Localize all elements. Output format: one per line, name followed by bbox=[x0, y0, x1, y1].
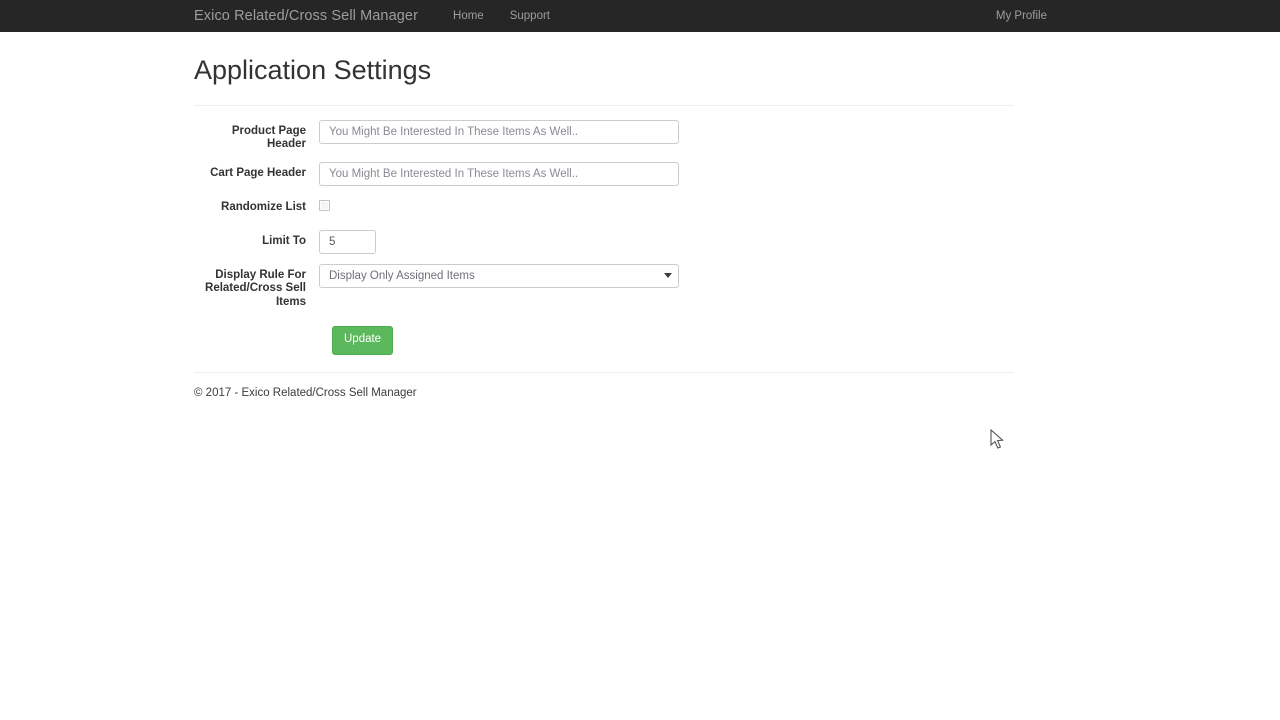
display-rule-select[interactable]: Display Only Assigned Items bbox=[319, 263, 679, 288]
randomize-list-checkbox[interactable] bbox=[319, 199, 330, 211]
label-display-rule-line2: Related/Cross Sell Items bbox=[205, 282, 306, 308]
control-limit-to bbox=[319, 229, 1014, 254]
label-display-rule: Display Rule For Related/Cross Sell Item… bbox=[194, 264, 319, 310]
label-cart-page-header: Cart Page Header bbox=[210, 166, 306, 179]
form-row-limit-to: Limit To bbox=[194, 229, 1014, 254]
page-title: Application Settings bbox=[194, 55, 432, 85]
control-product-page-header bbox=[319, 119, 1014, 144]
footer-copyright: © 2017 - Exico Related/Cross Sell Manage… bbox=[194, 386, 417, 399]
top-navbar: Exico Related/Cross Sell Manager Home Su… bbox=[0, 0, 1280, 32]
label-display-rule-line1: Display Rule For bbox=[215, 268, 306, 281]
form-row-cart-page-header: Cart Page Header bbox=[194, 161, 1014, 186]
actions-spacer bbox=[194, 326, 332, 355]
mouse-cursor bbox=[990, 428, 1006, 451]
nav-link-home[interactable]: Home bbox=[440, 10, 497, 22]
update-button[interactable]: Update bbox=[332, 326, 394, 355]
display-rule-selected-value: Display Only Assigned Items bbox=[319, 263, 679, 288]
product-page-header-input[interactable] bbox=[319, 119, 679, 144]
application-settings-form: Product Page Header Cart Page Header Ran… bbox=[194, 106, 1014, 355]
nav-link-support[interactable]: Support bbox=[497, 10, 563, 22]
label-limit-to: Limit To bbox=[262, 234, 306, 247]
cart-page-header-input[interactable] bbox=[319, 161, 679, 186]
page-container: Application Settings Product Page Header… bbox=[194, 32, 1014, 399]
limit-to-input[interactable] bbox=[319, 229, 376, 254]
control-randomize-list bbox=[319, 196, 1014, 216]
form-actions: Update bbox=[194, 326, 1014, 355]
control-cart-page-header bbox=[319, 161, 1014, 186]
form-row-randomize-list: Randomize List bbox=[194, 196, 1014, 220]
navbar-right: My Profile bbox=[996, 0, 1280, 32]
form-row-product-page-header: Product Page Header bbox=[194, 119, 1014, 152]
nav-link-my-profile[interactable]: My Profile bbox=[996, 10, 1047, 22]
navbar-inner: Exico Related/Cross Sell Manager Home Su… bbox=[194, 0, 1014, 32]
label-product-page-header: Product Page Header bbox=[231, 124, 306, 151]
control-display-rule: Display Only Assigned Items bbox=[319, 263, 1014, 288]
label-randomize-list: Randomize List bbox=[221, 200, 306, 213]
brand-link[interactable]: Exico Related/Cross Sell Manager bbox=[194, 8, 418, 24]
chevron-down-icon bbox=[664, 272, 672, 278]
form-row-display-rule: Display Rule For Related/Cross Sell Item… bbox=[194, 263, 1014, 310]
